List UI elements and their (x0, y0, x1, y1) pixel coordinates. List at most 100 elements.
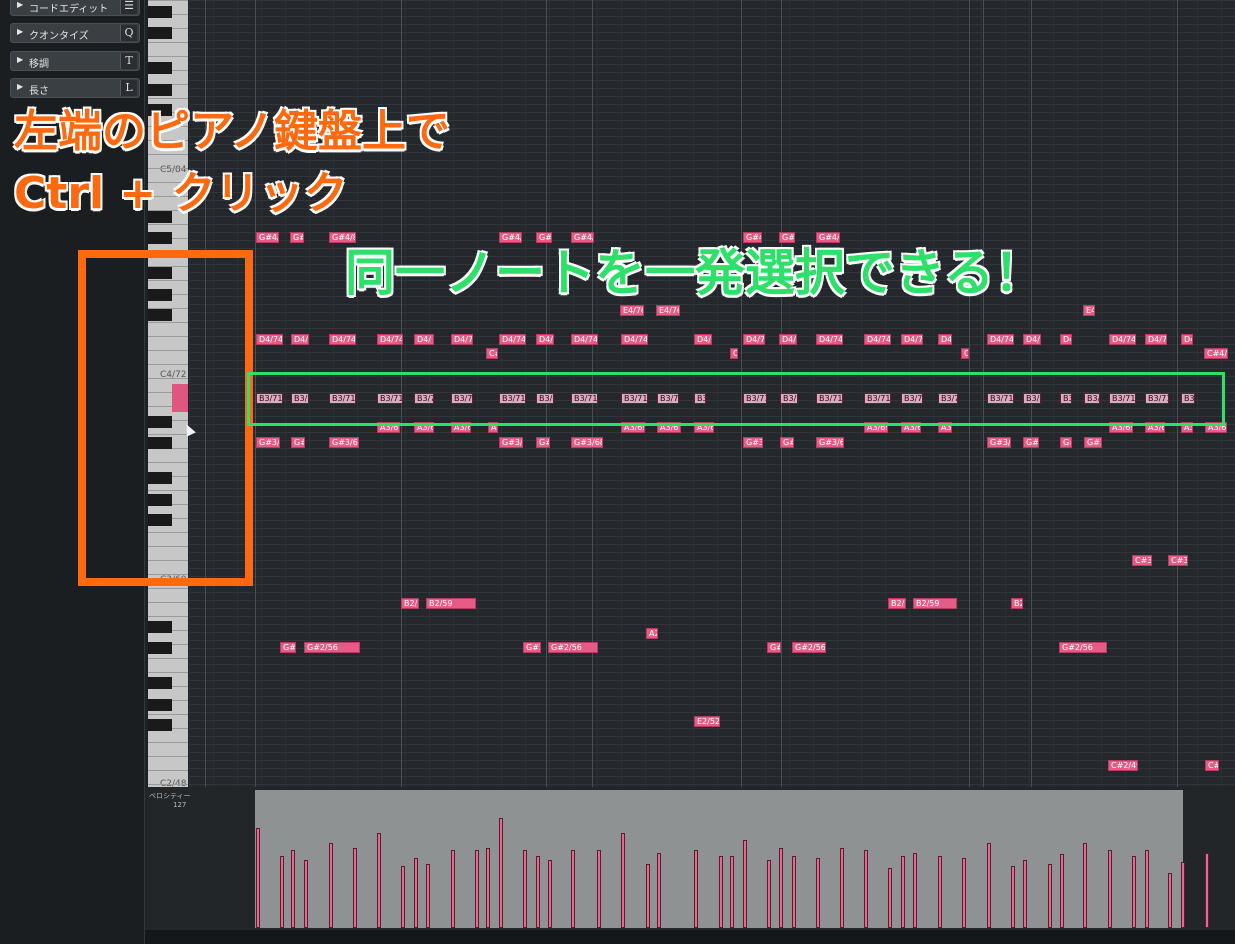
velocity-bar[interactable] (536, 856, 540, 928)
velocity-bar[interactable] (1083, 843, 1087, 928)
midi-note[interactable]: E4/76 (620, 305, 644, 316)
velocity-bar[interactable] (1145, 850, 1149, 928)
velocity-bar[interactable] (1060, 854, 1064, 928)
velocity-bar[interactable] (743, 840, 747, 928)
velocity-bar[interactable] (475, 850, 479, 928)
midi-note[interactable]: G# (291, 437, 305, 448)
velocity-bar[interactable] (426, 864, 430, 928)
velocity-bar[interactable] (816, 858, 820, 928)
midi-note[interactable]: G#4/8 (256, 232, 279, 243)
velocity-bar[interactable] (657, 853, 661, 928)
midi-note[interactable]: C#4/ (1204, 348, 1228, 359)
section-transpose[interactable]: ▶ 移調 T (10, 51, 140, 71)
velocity-bar[interactable] (1011, 866, 1015, 928)
velocity-bar[interactable] (377, 833, 381, 928)
velocity-bar[interactable] (987, 843, 991, 928)
midi-note[interactable]: D4 (938, 334, 952, 345)
black-key[interactable] (148, 699, 172, 711)
midi-note[interactable]: D4/ (779, 334, 797, 345)
velocity-bar[interactable] (1048, 864, 1052, 928)
midi-note[interactable]: B2, (1011, 598, 1023, 609)
midi-note[interactable]: C# (486, 348, 498, 359)
velocity-bar[interactable] (864, 850, 868, 928)
midi-note[interactable]: G# (290, 232, 304, 243)
midi-note[interactable]: C#3/ (1132, 555, 1152, 566)
midi-note[interactable]: D4/7 (901, 334, 923, 345)
velocity-bar[interactable] (597, 850, 601, 928)
midi-note[interactable]: G#4/ (571, 232, 594, 243)
midi-note[interactable]: D4/ (1023, 334, 1041, 345)
black-key[interactable] (148, 621, 172, 633)
midi-note[interactable]: C#3/ (1168, 555, 1188, 566)
velocity-bar[interactable] (329, 843, 333, 928)
velocity-bar[interactable] (1205, 853, 1209, 928)
midi-note[interactable]: E4/76 (656, 305, 680, 316)
velocity-bar[interactable] (901, 856, 905, 928)
black-key[interactable] (148, 62, 172, 74)
midi-note[interactable]: G#4/8 (816, 232, 840, 243)
midi-note[interactable]: G#2/56 (548, 642, 598, 653)
midi-note[interactable]: B2/ (888, 598, 906, 609)
midi-note[interactable]: D4/74 (571, 334, 598, 345)
velocity-bar[interactable] (499, 818, 503, 928)
velocity-bar[interactable] (888, 868, 892, 928)
velocity-bar[interactable] (256, 828, 260, 928)
midi-note[interactable]: D4/ (536, 334, 554, 345)
velocity-bar[interactable] (938, 856, 942, 928)
midi-note[interactable]: G#3/68 (571, 437, 603, 448)
black-key[interactable] (148, 27, 172, 39)
midi-note[interactable]: G# (1023, 437, 1039, 448)
midi-note[interactable]: G# (1060, 437, 1072, 448)
black-key[interactable] (148, 719, 172, 731)
black-key[interactable] (148, 84, 172, 96)
midi-note[interactable]: G#2/56 (792, 642, 826, 653)
velocity-bar[interactable] (1023, 860, 1027, 928)
black-key[interactable] (148, 642, 172, 654)
midi-note[interactable]: G#4/ (499, 232, 522, 243)
midi-note[interactable]: G#4, (743, 232, 762, 243)
midi-note[interactable]: D4/74 (621, 334, 648, 345)
midi-note[interactable]: G#2 (523, 642, 541, 653)
velocity-bar[interactable] (779, 848, 783, 928)
velocity-bar[interactable] (621, 833, 625, 928)
midi-note[interactable]: E4 (1083, 305, 1095, 316)
midi-note[interactable]: G# (767, 642, 781, 653)
velocity-bar[interactable] (840, 848, 844, 928)
velocity-bar[interactable] (401, 866, 405, 928)
midi-note[interactable]: C (730, 348, 738, 359)
midi-note[interactable]: D4/7 (1145, 334, 1167, 345)
midi-note[interactable]: A2 (646, 628, 658, 639)
midi-note[interactable]: G#3/6 (987, 437, 1011, 448)
midi-note[interactable]: C# (1205, 760, 1219, 771)
velocity-bar[interactable] (913, 853, 917, 928)
section-chord-edit[interactable]: ▶ コードエディット ☰ (10, 0, 140, 16)
midi-note[interactable]: E2/52 (694, 716, 720, 727)
velocity-bar[interactable] (548, 860, 552, 928)
velocity-bar[interactable] (353, 848, 357, 928)
midi-note[interactable]: D4/7 (451, 334, 473, 345)
black-key[interactable] (148, 6, 172, 18)
black-key[interactable] (148, 232, 172, 244)
midi-note[interactable]: D4/74 (256, 334, 283, 345)
midi-note[interactable]: D4/74 (816, 334, 843, 345)
midi-note[interactable]: B2/59 (913, 598, 957, 609)
midi-note[interactable]: G# (536, 437, 550, 448)
midi-note[interactable]: G#3/ (256, 437, 280, 448)
velocity-bar[interactable] (280, 856, 284, 928)
midi-note[interactable]: G#2/56 (1059, 642, 1107, 653)
midi-note[interactable]: G#3/68 (816, 437, 844, 448)
midi-note[interactable]: D4 (1181, 334, 1193, 345)
velocity-bar[interactable] (962, 858, 966, 928)
velocity-bar[interactable] (1168, 873, 1172, 928)
midi-note[interactable]: D4/ (414, 334, 434, 345)
midi-note[interactable]: G#4/8 (329, 232, 356, 243)
midi-note[interactable]: C#2/49 (1108, 760, 1138, 771)
midi-note[interactable]: D4/74 (499, 334, 526, 345)
velocity-bar[interactable] (571, 850, 575, 928)
midi-note[interactable]: D4/74 (864, 334, 891, 345)
midi-note[interactable]: G# (780, 437, 794, 448)
velocity-bar[interactable] (291, 850, 295, 928)
midi-note[interactable]: G# (536, 232, 552, 243)
velocity-bar[interactable] (414, 858, 418, 928)
midi-note[interactable]: G#3/68 (329, 437, 359, 448)
